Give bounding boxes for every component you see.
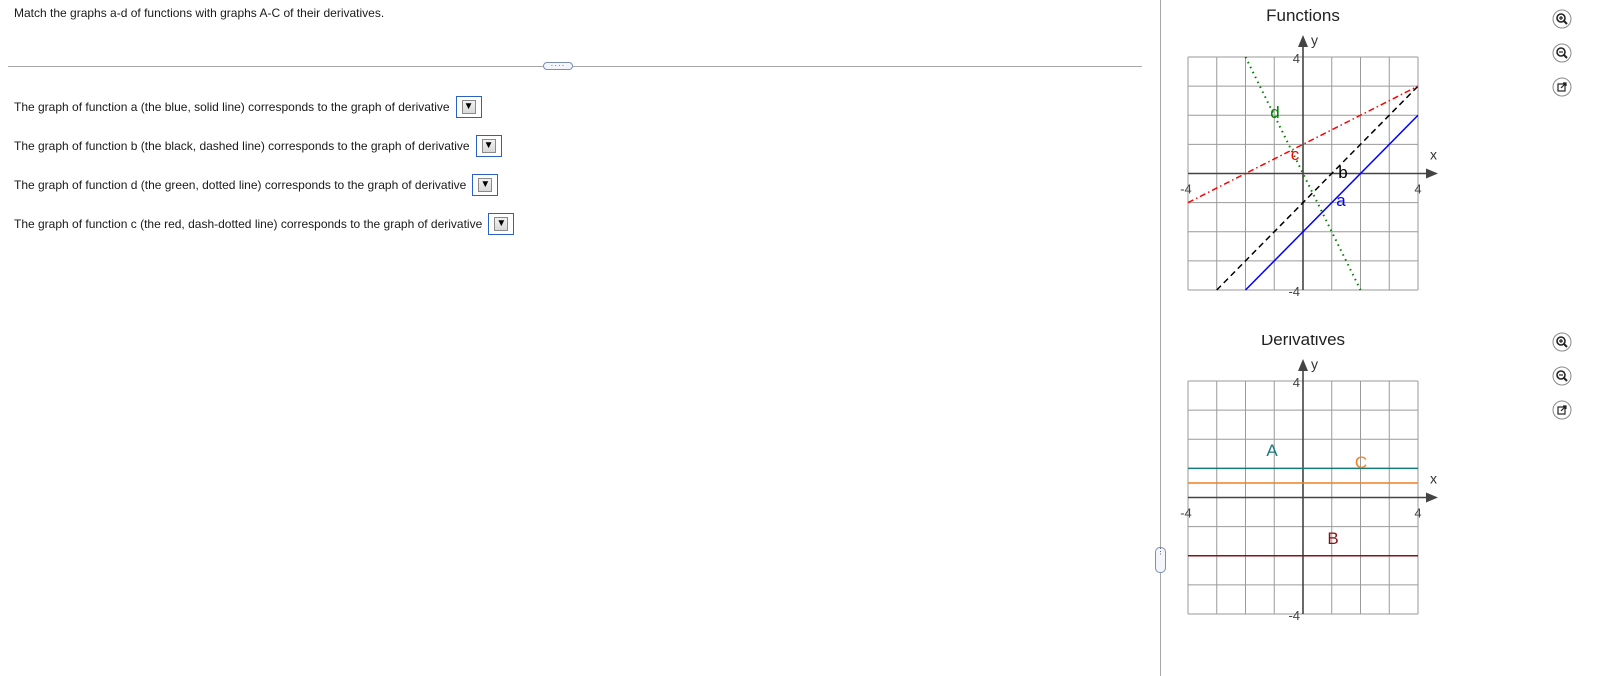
zoom-in-icon [1552, 332, 1572, 352]
zoom-in-button[interactable] [1552, 332, 1572, 352]
open-external-icon [1552, 77, 1572, 97]
zoom-out-icon [1552, 43, 1572, 63]
y-axis-label: y [1311, 32, 1318, 48]
x-axis-arrow [1426, 492, 1438, 503]
open-external-icon [1552, 400, 1572, 420]
open-external-button[interactable] [1552, 77, 1572, 97]
question-row-c: The graph of function c (the red, dash-d… [14, 213, 515, 235]
zoom-out-icon [1552, 366, 1572, 386]
collapse-handle[interactable]: ···· [543, 62, 573, 70]
graphs-pane: Functions x y 4 -4 -4 4 a b c d Derivatives x y 4 -4 -4… [1161, 0, 1623, 676]
y-tick-label: -4 [1288, 284, 1300, 299]
series-label-c: c [1291, 145, 1300, 164]
series-label-a: a [1336, 191, 1346, 210]
series-label-A: A [1266, 441, 1278, 460]
instructions-text: Match the graphs a-d of functions with g… [14, 6, 385, 20]
question-text: The graph of function b (the black, dash… [14, 139, 470, 153]
zoom-out-button[interactable] [1552, 43, 1572, 63]
section-divider [8, 66, 1142, 67]
functions-chart: Functionsxy4-4-4 4abcd [1180, 6, 1438, 299]
dropdown-arrow-icon: ▼ [481, 139, 496, 153]
x-axis-label: x [1430, 471, 1437, 487]
x-axis-label: x [1430, 147, 1437, 163]
answer-dropdown-a[interactable]: ▼ [455, 96, 482, 118]
x-tick-label: 4 [1414, 506, 1421, 521]
series-label-C: C [1355, 453, 1367, 472]
question-row-a: The graph of function a (the blue, solid… [14, 96, 482, 118]
zoom-in-icon [1552, 9, 1572, 29]
x-tick-label: -4 [1180, 506, 1192, 521]
open-external-button[interactable] [1552, 400, 1572, 420]
series-line-b [1216, 85, 1419, 291]
y-axis-arrow [1298, 359, 1308, 371]
answer-dropdown-c[interactable]: ▼ [488, 213, 515, 235]
y-tick-label: 4 [1293, 51, 1300, 66]
question-text: The graph of function d (the green, dott… [14, 178, 467, 192]
dropdown-arrow-icon: ▼ [478, 178, 493, 192]
series-label-b: b [1338, 163, 1347, 182]
x-tick-label: -4 [1180, 182, 1192, 197]
y-axis-arrow [1298, 35, 1308, 47]
zoom-out-button[interactable] [1552, 366, 1572, 386]
question-pane: Match the graphs a-d of functions with g… [0, 0, 1160, 676]
question-row-d: The graph of function d (the green, dott… [14, 174, 499, 196]
derivatives-chart: Derivativesxy4-4-4 4ABC [1180, 335, 1438, 623]
answer-dropdown-d[interactable]: ▼ [472, 174, 499, 196]
series-label-B: B [1327, 529, 1338, 548]
chart-title: Derivatives [1261, 335, 1345, 349]
y-tick-label: 4 [1293, 375, 1300, 390]
question-text: The graph of function a (the blue, solid… [14, 100, 450, 114]
answer-dropdown-b[interactable]: ▼ [475, 135, 502, 157]
series-label-d: d [1270, 103, 1279, 122]
zoom-in-button[interactable] [1552, 9, 1572, 29]
y-axis-label: y [1311, 356, 1318, 372]
chart-title: Functions [1266, 6, 1340, 25]
y-tick-label: -4 [1288, 608, 1300, 623]
dropdown-arrow-icon: ▼ [494, 217, 509, 231]
question-text: The graph of function c (the red, dash-d… [14, 217, 483, 231]
question-row-b: The graph of function b (the black, dash… [14, 135, 502, 157]
dropdown-arrow-icon: ▼ [461, 100, 476, 114]
x-tick-label: 4 [1414, 182, 1421, 197]
x-axis-arrow [1426, 168, 1438, 179]
